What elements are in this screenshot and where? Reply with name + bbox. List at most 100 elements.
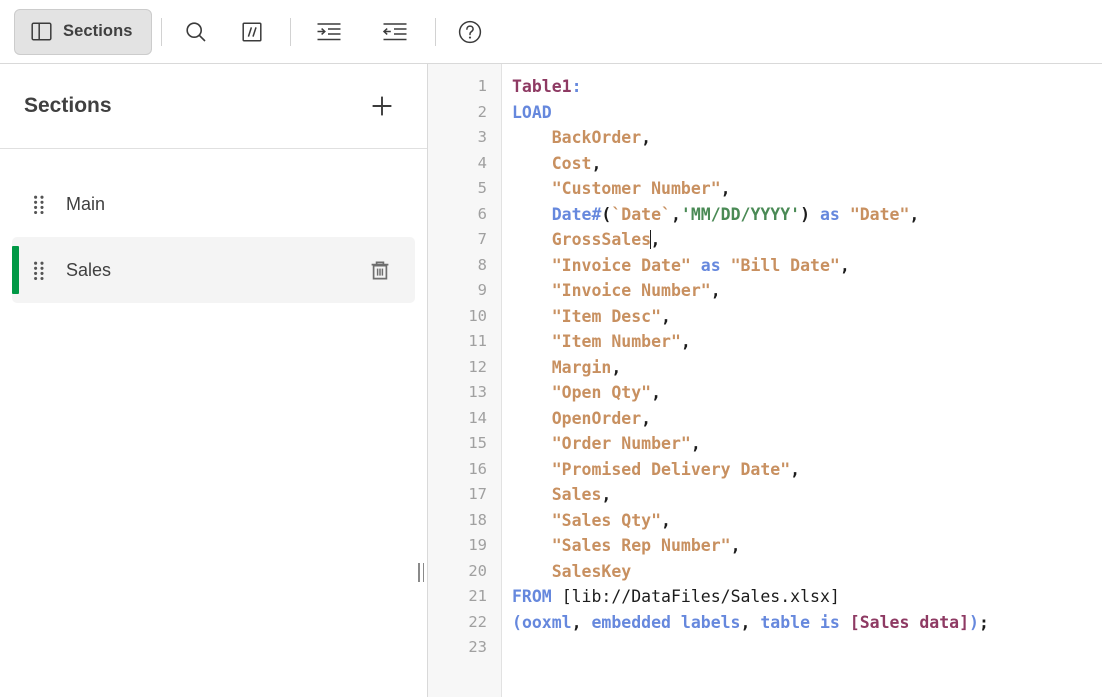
code-token: , xyxy=(740,612,751,632)
line-number: 17 xyxy=(468,485,487,503)
toolbar-divider-2 xyxy=(289,17,291,46)
sections-sidebar: Sections Main Sales xyxy=(0,64,428,697)
line-number: 23 xyxy=(468,638,487,656)
code-line: Cost, xyxy=(512,151,1102,177)
selection-indicator xyxy=(12,246,19,294)
sidebar-item-main[interactable]: Main xyxy=(12,171,415,237)
code-token: , xyxy=(690,434,701,453)
code-token: BackOrder xyxy=(551,128,642,147)
toolbar-divider-1 xyxy=(160,17,162,46)
panel-layout-icon xyxy=(31,22,52,41)
code-token: , xyxy=(651,383,662,402)
resize-grip-bar xyxy=(422,562,424,582)
code-line: "Sales Rep Number", xyxy=(512,533,1102,559)
code-token: , xyxy=(611,357,622,377)
drag-handle-icon[interactable] xyxy=(30,257,48,283)
code-token: , xyxy=(670,204,681,224)
code-token: , xyxy=(641,408,652,428)
code-line: GrossSales, xyxy=(512,227,1102,253)
add-section-button[interactable] xyxy=(365,89,399,123)
search-button[interactable] xyxy=(175,11,217,53)
code-token: ) xyxy=(800,204,811,224)
indent-decrease-icon xyxy=(382,21,408,43)
code-token: "Order Number" xyxy=(551,434,691,453)
code-token: Margin xyxy=(551,357,612,377)
code-token: ; xyxy=(978,612,989,632)
code-token: Table1 xyxy=(512,77,572,96)
section-name-label: Sales xyxy=(66,259,112,280)
code-token: , xyxy=(661,306,671,326)
code-token: "Sales Rep Number" xyxy=(551,536,731,555)
code-token: Date# xyxy=(551,204,602,224)
code-token: , xyxy=(730,536,741,555)
help-button[interactable] xyxy=(449,11,491,53)
code-token: "Bill Date" xyxy=(730,255,840,275)
code-token: Sales xyxy=(551,485,602,504)
code-line: OpenOrder, xyxy=(512,406,1102,432)
code-line: FROM [lib://DataFiles/Sales.xlsx] xyxy=(512,584,1102,610)
code-token: "Promised Delivery Date" xyxy=(551,459,791,479)
code-token: as xyxy=(700,255,721,275)
drag-handle-icon[interactable] xyxy=(30,191,48,217)
help-circle-icon xyxy=(457,19,483,45)
sections-toggle-button[interactable]: Sections xyxy=(14,8,152,55)
code-token: , xyxy=(839,255,850,275)
line-number: 8 xyxy=(477,255,487,274)
code-line: LOAD xyxy=(512,100,1102,126)
resize-grip-bar xyxy=(418,562,420,582)
code-token: embedded labels xyxy=(591,612,741,632)
code-line: "Item Number", xyxy=(512,329,1102,355)
line-number: 4 xyxy=(477,153,487,172)
toolbar-divider-3 xyxy=(434,17,436,46)
indent-decrease-button[interactable] xyxy=(374,11,416,53)
code-token: , xyxy=(571,612,582,632)
delete-section-button[interactable] xyxy=(363,253,397,287)
code-token: LOAD xyxy=(512,102,552,122)
code-token: ( xyxy=(512,612,522,632)
comment-button[interactable] xyxy=(231,11,273,53)
code-line: "Item Desc", xyxy=(512,304,1102,330)
code-token: "Item Number" xyxy=(551,332,681,351)
code-token: , xyxy=(650,230,661,249)
line-number: 6 xyxy=(477,204,487,223)
code-token: "Invoice Date" xyxy=(551,255,691,275)
panel-resize-handle[interactable] xyxy=(414,560,428,584)
code-line: "Open Qty", xyxy=(512,380,1102,406)
line-number: 15 xyxy=(468,434,487,452)
code-token: [Sales data] xyxy=(849,612,970,632)
line-number: 5 xyxy=(477,179,487,197)
sections-panel-header: Sections xyxy=(0,64,427,149)
toolbar: Sections xyxy=(0,0,1102,64)
line-number: 9 xyxy=(477,281,487,299)
code-token: "Customer Number" xyxy=(551,179,721,198)
line-number: 21 xyxy=(468,587,487,605)
main-body: Sections Main Sales 1 2 3 4 5 6 7 8 9 10… xyxy=(0,64,1102,697)
code-line: BackOrder, xyxy=(512,125,1102,151)
code-area[interactable]: Table1: LOAD BackOrder, Cost, "Customer N… xyxy=(502,64,1102,697)
indent-increase-button[interactable] xyxy=(308,11,350,53)
sidebar-item-sales[interactable]: Sales xyxy=(12,237,415,303)
line-number-gutter: 1 2 3 4 5 6 7 8 9 10 11 12 13 14 15 16 17 18 19 20 21 22 23 xyxy=(428,64,502,697)
code-line: "Sales Qty", xyxy=(512,508,1102,534)
line-number: 2 xyxy=(477,102,487,121)
sections-panel-title: Sections xyxy=(24,94,112,117)
line-number: 20 xyxy=(468,561,487,580)
code-token: , xyxy=(710,281,721,300)
